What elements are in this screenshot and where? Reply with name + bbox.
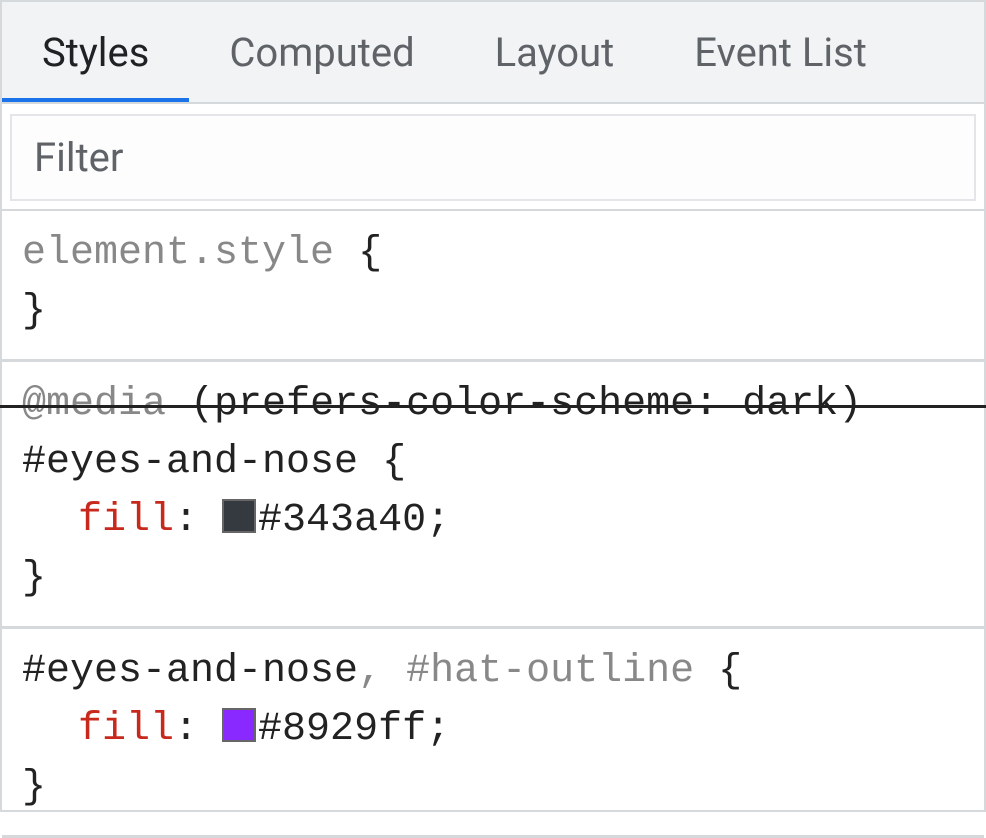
semicolon: ; bbox=[426, 707, 450, 752]
colon: : bbox=[174, 707, 198, 752]
rule-media-dark[interactable]: @media (prefers-color-scheme: dark) #eye… bbox=[2, 362, 984, 629]
css-value[interactable]: #343a40 bbox=[258, 498, 426, 543]
css-property[interactable]: fill bbox=[78, 498, 174, 543]
declaration[interactable]: fill: #343a40; bbox=[22, 492, 964, 550]
tab-event-listeners[interactable]: Event List bbox=[654, 2, 907, 102]
filter-row bbox=[2, 104, 984, 211]
close-brace: } bbox=[22, 765, 46, 810]
open-brace: { bbox=[358, 231, 382, 276]
tab-styles[interactable]: Styles bbox=[2, 2, 189, 102]
selector[interactable]: element.style bbox=[22, 231, 334, 276]
selector-active[interactable]: #eyes-and-nose bbox=[22, 649, 358, 694]
css-property[interactable]: fill bbox=[78, 707, 174, 752]
tab-computed[interactable]: Computed bbox=[189, 2, 454, 102]
colon: : bbox=[174, 498, 198, 543]
filter-input[interactable] bbox=[10, 114, 976, 201]
tabs-bar: Styles Computed Layout Event List bbox=[2, 2, 984, 104]
strikethrough-icon bbox=[0, 405, 986, 408]
rule-eyes-and-nose-hat[interactable]: #eyes-and-nose, #hat-outline { fill: #89… bbox=[2, 629, 984, 838]
selector-inactive[interactable]: #hat-outline bbox=[406, 649, 694, 694]
color-swatch-icon[interactable] bbox=[222, 499, 256, 533]
tab-layout[interactable]: Layout bbox=[455, 2, 655, 102]
css-value[interactable]: #8929ff bbox=[258, 707, 426, 752]
selector[interactable]: #eyes-and-nose bbox=[22, 440, 358, 485]
rule-element-style[interactable]: element.style { } bbox=[2, 211, 984, 362]
comma: , bbox=[358, 649, 382, 694]
open-brace: { bbox=[382, 440, 406, 485]
open-brace: { bbox=[718, 649, 742, 694]
semicolon: ; bbox=[426, 498, 450, 543]
close-brace: } bbox=[22, 556, 46, 601]
styles-panel: Styles Computed Layout Event List elemen… bbox=[0, 0, 986, 812]
color-swatch-icon[interactable] bbox=[222, 708, 256, 742]
close-brace: } bbox=[22, 289, 46, 334]
declaration-overridden[interactable]: fill: #8929ff; bbox=[22, 701, 964, 759]
